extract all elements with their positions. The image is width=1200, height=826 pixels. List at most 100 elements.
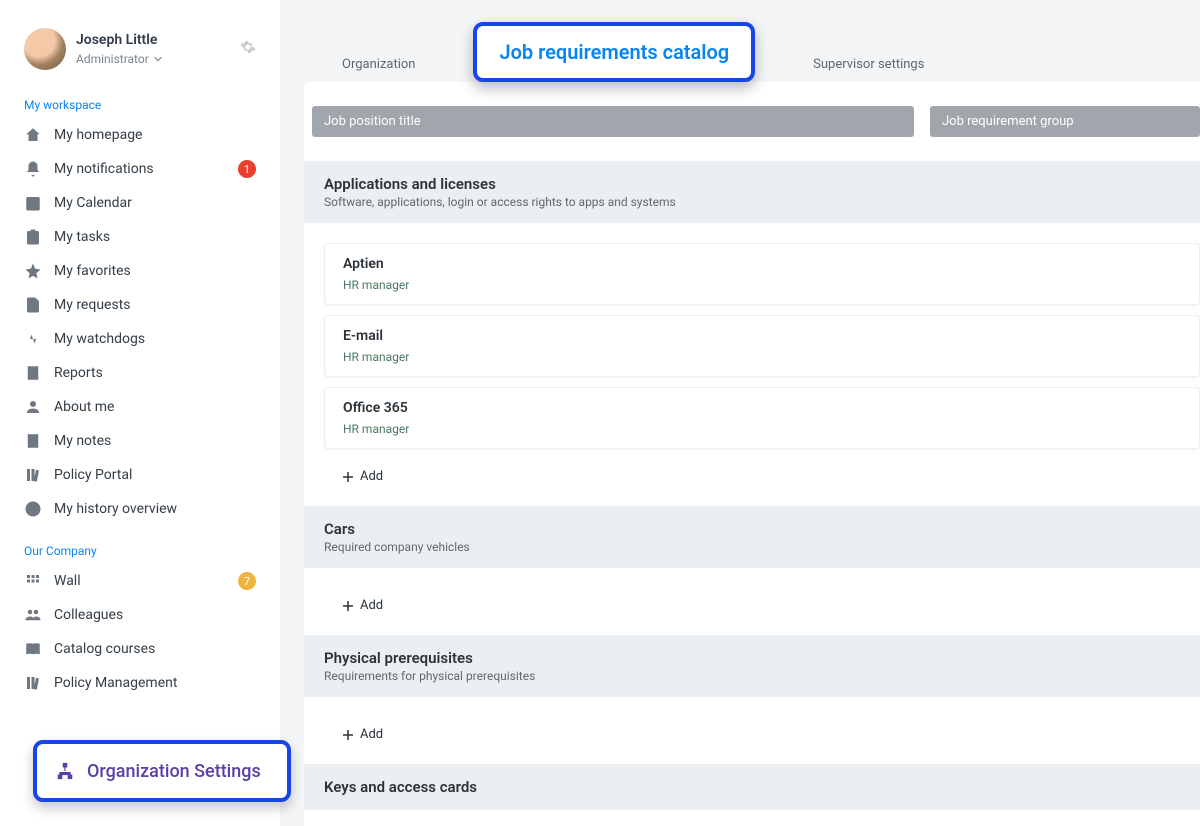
sidebar-item-policy-management[interactable]: Policy Management xyxy=(0,666,280,700)
column-header-title: Job position title xyxy=(312,106,914,137)
group-title: Applications and licenses xyxy=(324,175,1180,193)
bell-icon xyxy=(24,160,42,178)
sidebar-item-label: My homepage xyxy=(54,127,256,143)
add-label: Add xyxy=(360,727,383,742)
books-icon xyxy=(24,466,42,484)
header-strip: Job position title Job requirement group xyxy=(304,106,1200,161)
column-header-group: Job requirement group xyxy=(930,106,1200,137)
group-subtitle: Requirements for physical prerequisites xyxy=(324,669,1180,683)
sidebar-item-label: My history overview xyxy=(54,501,256,517)
group-subtitle: Software, applications, login or access … xyxy=(324,195,1180,209)
profile-role-row[interactable]: Administrator xyxy=(76,52,163,66)
item-title: E-mail xyxy=(343,328,1181,344)
item-subtitle: HR manager xyxy=(343,422,1181,436)
grid-icon xyxy=(24,572,42,590)
sidebar-item-notifications[interactable]: My notifications 1 xyxy=(0,152,280,186)
item-title: Office 365 xyxy=(343,400,1181,416)
home-icon xyxy=(24,126,42,144)
item-card[interactable]: E-mail HR manager xyxy=(324,315,1200,377)
sidebar-item-policy-portal[interactable]: Policy Portal xyxy=(0,458,280,492)
sidebar-item-tasks[interactable]: My tasks xyxy=(0,220,280,254)
tab-job-requirements-catalog[interactable]: Job requirements catalog xyxy=(473,22,755,82)
sidebar-item-label: Policy Portal xyxy=(54,467,256,483)
section-our-company: Our Company xyxy=(0,526,280,564)
sidebar-item-label: Colleagues xyxy=(54,607,256,623)
sidebar-item-requests[interactable]: My requests xyxy=(0,288,280,322)
plus-icon xyxy=(342,600,354,612)
profile-row: Joseph Little Administrator xyxy=(0,28,280,80)
sidebar-item-label: Wall xyxy=(54,573,238,589)
tabs-row: Organization Job requirements catalog Su… xyxy=(280,0,1200,82)
group-title: Cars xyxy=(324,520,1180,538)
group-applications: Applications and licenses Software, appl… xyxy=(304,161,1200,223)
sidebar-item-history[interactable]: My history overview xyxy=(0,492,280,526)
sidebar-item-label: Catalog courses xyxy=(54,641,256,657)
person-icon xyxy=(24,398,42,416)
report-icon xyxy=(24,364,42,382)
sidebar-item-reports[interactable]: Reports xyxy=(0,356,280,390)
add-button[interactable]: Add xyxy=(324,459,1200,494)
content-panel: Job position title Job requirement group… xyxy=(304,82,1200,826)
group-physical: Physical prerequisites Requirements for … xyxy=(304,635,1200,697)
org-settings-label: Organization Settings xyxy=(87,761,261,782)
sidebar-item-label: Policy Management xyxy=(54,675,256,691)
group-items: Add xyxy=(304,570,1200,635)
tab-supervisor-settings[interactable]: Supervisor settings xyxy=(791,47,946,82)
clipboard-icon xyxy=(24,228,42,246)
watchdog-icon xyxy=(24,330,42,348)
book-open-icon xyxy=(24,640,42,658)
sidebar-item-label: About me xyxy=(54,399,256,415)
sidebar-item-colleagues[interactable]: Colleagues xyxy=(0,598,280,632)
profile-text: Joseph Little Administrator xyxy=(76,32,240,67)
sidebar-item-about-me[interactable]: About me xyxy=(0,390,280,424)
add-label: Add xyxy=(360,469,383,484)
group-items: Add xyxy=(304,699,1200,764)
people-icon xyxy=(24,606,42,624)
sidebar-item-watchdogs[interactable]: My watchdogs xyxy=(0,322,280,356)
sidebar-item-label: My Calendar xyxy=(54,195,256,211)
group-cars: Cars Required company vehicles xyxy=(304,506,1200,568)
tab-label: Supervisor settings xyxy=(813,57,924,72)
profile-role-label: Administrator xyxy=(76,52,149,66)
item-subtitle: HR manager xyxy=(343,350,1181,364)
notes-icon xyxy=(24,432,42,450)
tab-organization[interactable]: Organization xyxy=(320,47,437,82)
plus-icon xyxy=(342,729,354,741)
item-title: Aptien xyxy=(343,256,1181,272)
sidebar-item-catalog-courses[interactable]: Catalog courses xyxy=(0,632,280,666)
group-keys: Keys and access cards xyxy=(304,764,1200,810)
settings-gear-button[interactable] xyxy=(240,39,256,59)
main: Organization Job requirements catalog Su… xyxy=(280,0,1200,826)
sidebar-item-calendar[interactable]: My Calendar xyxy=(0,186,280,220)
tab-label: Organization xyxy=(342,57,415,72)
group-items: Aptien HR manager E-mail HR manager Offi… xyxy=(304,225,1200,506)
sidebar-item-label: My tasks xyxy=(54,229,256,245)
sidebar-item-label: Reports xyxy=(54,365,256,381)
books-icon xyxy=(24,674,42,692)
notification-badge: 1 xyxy=(238,160,256,178)
sidebar-item-favorites[interactable]: My favorites xyxy=(0,254,280,288)
sidebar-item-label: My notifications xyxy=(54,161,238,177)
document-icon xyxy=(24,296,42,314)
sidebar-item-wall[interactable]: Wall 7 xyxy=(0,564,280,598)
sidebar-item-homepage[interactable]: My homepage xyxy=(0,118,280,152)
sidebar-item-notes[interactable]: My notes xyxy=(0,424,280,458)
avatar xyxy=(24,28,66,70)
item-card[interactable]: Office 365 HR manager xyxy=(324,387,1200,449)
profile-name: Joseph Little xyxy=(76,32,240,48)
item-subtitle: HR manager xyxy=(343,278,1181,292)
sidebar-item-label: My watchdogs xyxy=(54,331,256,347)
item-card[interactable]: Aptien HR manager xyxy=(324,243,1200,305)
add-button[interactable]: Add xyxy=(324,588,1200,623)
wall-badge: 7 xyxy=(238,572,256,590)
org-chart-icon xyxy=(55,761,75,781)
add-button[interactable]: Add xyxy=(324,717,1200,752)
plus-icon xyxy=(342,471,354,483)
sidebar-item-organization-settings[interactable]: Organization Settings xyxy=(33,740,291,802)
sidebar-item-label: My favorites xyxy=(54,263,256,279)
history-icon xyxy=(24,500,42,518)
star-icon xyxy=(24,262,42,280)
group-title: Physical prerequisites xyxy=(324,649,1180,667)
group-subtitle: Required company vehicles xyxy=(324,540,1180,554)
section-my-workspace: My workspace xyxy=(0,80,280,118)
